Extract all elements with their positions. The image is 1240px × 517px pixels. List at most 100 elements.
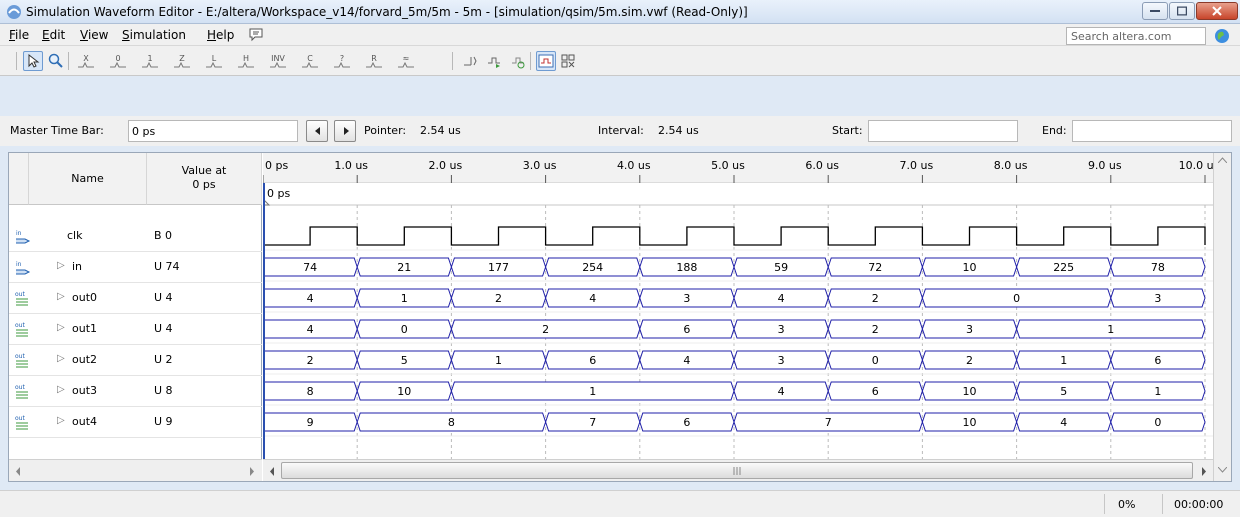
forcing-unknown-button[interactable]: X — [76, 51, 96, 71]
bus-value-label: 72 — [868, 261, 882, 274]
title-bar: Simulation Waveform Editor - E:/altera/W… — [0, 0, 1240, 24]
scroll-down-icon[interactable] — [1218, 467, 1227, 473]
snap-to-grid-button[interactable] — [536, 51, 556, 71]
feedback-icon[interactable] — [248, 27, 264, 43]
signal-row[interactable]: out ▷ out1 U 4 — [9, 314, 262, 345]
waveform-canvas[interactable]: 0 ps 1.0 us 2.0 us 3.0 us 4.0 us 5.0 us 6.0 us… — [262, 153, 1220, 459]
scroll-left-icon[interactable] — [15, 467, 21, 476]
close-button[interactable] — [1196, 2, 1238, 20]
end-field[interactable] — [1072, 120, 1232, 142]
bus-value-label: 74 — [303, 261, 317, 274]
end-time-button[interactable] — [460, 51, 480, 71]
signal-row[interactable]: in ▷ in U 74 — [9, 252, 262, 283]
run-functional-simulation-button[interactable] — [484, 51, 504, 71]
run-functional-simulation-icon — [488, 57, 500, 68]
pointer-value: 2.54 us — [420, 124, 461, 137]
waveform-scroll-right-icon[interactable] — [1201, 467, 1207, 476]
bus-value-label: 8 — [448, 416, 455, 429]
minimize-button[interactable] — [1142, 2, 1168, 20]
bus-value-label: 10 — [963, 416, 977, 429]
overwrite-clock-button[interactable]: ? — [332, 51, 352, 71]
forcing-low-button[interactable]: 0 — [108, 51, 128, 71]
bus-value-label: 188 — [676, 261, 697, 274]
globe-icon[interactable] — [1214, 28, 1230, 44]
zoom-tool-button[interactable] — [46, 51, 66, 71]
value-header-line1: Value at — [181, 164, 227, 177]
bus-value-label: 3 — [778, 323, 785, 336]
arbitrary-value-button[interactable]: R — [364, 51, 384, 71]
master-time-bar-field[interactable]: 0 ps — [128, 120, 298, 142]
bus-value-label: 0 — [1154, 416, 1161, 429]
menu-view[interactable]: View — [80, 28, 108, 42]
signal-list-horizontal-scrollbar[interactable] — [9, 459, 262, 481]
time-tick-label: 8.0 us — [994, 159, 1028, 172]
svg-text:R: R — [371, 54, 377, 63]
bus-value-label: 2 — [307, 354, 314, 367]
menu-help[interactable]: Help — [207, 28, 234, 42]
weak-high-button[interactable]: H — [236, 51, 256, 71]
menu-edit[interactable]: Edit — [42, 28, 65, 42]
expand-arrow-icon[interactable]: ▷ — [57, 260, 65, 271]
bus-value-label: 4 — [589, 292, 596, 305]
invert-button[interactable]: INV — [268, 51, 288, 71]
output-pin-icon: out — [15, 291, 28, 306]
bus-value-label: 0 — [872, 354, 879, 367]
forcing-unknown-icon: X — [78, 54, 94, 68]
random-value-button[interactable]: ≈ — [396, 51, 416, 71]
count-value-button[interactable]: C — [300, 51, 320, 71]
time-tick-label: 4.0 us — [617, 159, 651, 172]
scroll-right-icon[interactable] — [249, 467, 255, 476]
weak-low-button[interactable]: L — [204, 51, 224, 71]
selection-tool-button[interactable] — [23, 51, 43, 71]
expand-arrow-icon[interactable]: ▷ — [57, 353, 65, 364]
expand-arrow-icon[interactable]: ▷ — [57, 322, 65, 333]
start-field[interactable] — [868, 120, 1018, 142]
bus-value-label: 6 — [872, 385, 879, 398]
bus-value-label: 254 — [582, 261, 603, 274]
svg-text:out: out — [15, 322, 25, 329]
search-input[interactable]: Search altera.com — [1066, 27, 1206, 45]
waveform-scroll-left-icon[interactable] — [269, 467, 275, 476]
expand-arrow-icon[interactable]: ▷ — [57, 384, 65, 395]
forcing-high-button[interactable]: 1 — [140, 51, 160, 71]
high-impedance-button[interactable]: Z — [172, 51, 192, 71]
svg-text:C: C — [307, 54, 313, 63]
selection-tool-icon — [28, 53, 40, 68]
bus-value-label: 1 — [589, 385, 596, 398]
previous-transition-button[interactable] — [306, 120, 328, 142]
signal-value: U 9 — [154, 415, 173, 428]
bus-value-label: 7 — [589, 416, 596, 429]
signal-row[interactable]: in clk B 0 — [9, 221, 262, 252]
expand-arrow-icon[interactable]: ▷ — [57, 291, 65, 302]
vertical-scrollbar[interactable] — [1213, 153, 1231, 481]
value-header-line2: 0 ps — [192, 178, 216, 191]
bus-value-label: 2 — [872, 323, 879, 336]
maximize-button[interactable] — [1169, 2, 1195, 20]
signal-row[interactable]: out ▷ out2 U 2 — [9, 345, 262, 376]
waveform-scroll-thumb[interactable] — [281, 462, 1193, 479]
time-tick-label: 0 ps — [265, 159, 288, 172]
menu-simulation[interactable]: Simulation — [122, 28, 186, 42]
svg-text:0: 0 — [115, 54, 120, 63]
output-pin-icon: out — [15, 322, 28, 337]
time-tick-label: 3.0 us — [523, 159, 557, 172]
next-transition-button[interactable] — [334, 120, 356, 142]
waveform-display[interactable]: 0 ps 1.0 us 2.0 us 3.0 us 4.0 us 5.0 us 6.0 us… — [262, 153, 1220, 459]
value-column-header[interactable]: Value at 0 ps — [147, 153, 262, 205]
run-timing-simulation-button[interactable] — [508, 51, 528, 71]
waveform-horizontal-scrollbar[interactable] — [263, 459, 1213, 481]
bus-value-label: 4 — [307, 292, 314, 305]
expand-arrow-icon[interactable]: ▷ — [57, 415, 65, 426]
bus-value-label: 225 — [1053, 261, 1074, 274]
signal-value: U 4 — [154, 291, 173, 304]
grid-settings-button[interactable] — [558, 51, 578, 71]
svg-text:L: L — [212, 54, 217, 63]
signal-row[interactable]: out ▷ out4 U 9 — [9, 407, 262, 438]
menu-file[interactable]: File — [9, 28, 29, 42]
signal-row[interactable]: out ▷ out3 U 8 — [9, 376, 262, 407]
scroll-up-icon[interactable] — [1218, 157, 1227, 163]
name-column-header[interactable]: Name — [29, 153, 147, 205]
svg-text:Z: Z — [179, 54, 185, 63]
output-pin-icon: out — [15, 384, 28, 399]
signal-row[interactable]: out ▷ out0 U 4 — [9, 283, 262, 314]
